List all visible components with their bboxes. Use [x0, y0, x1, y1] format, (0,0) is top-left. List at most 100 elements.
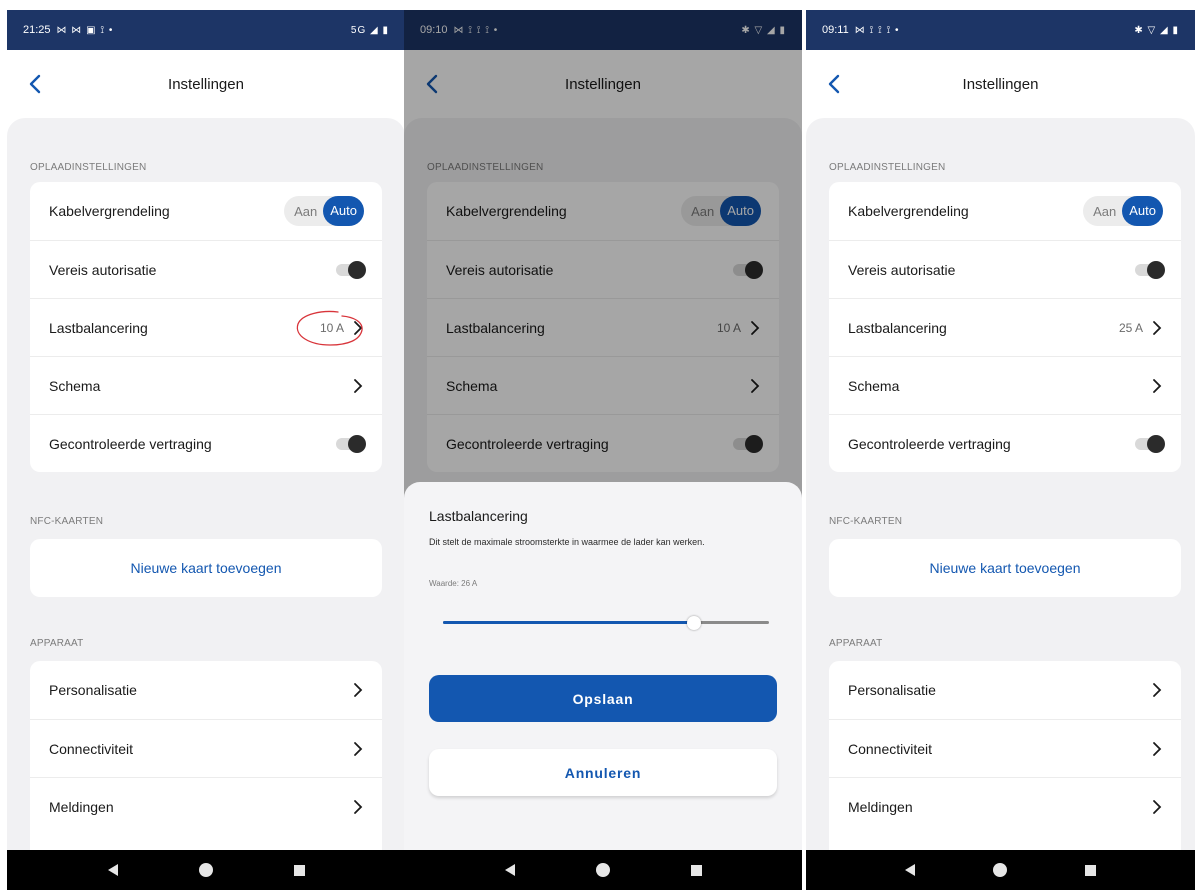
sheet-description: Dit stelt de maximale stroomsterkte in w… — [429, 537, 705, 547]
nav-recents-icon[interactable] — [293, 864, 305, 876]
nfc-card: Nieuwe kaart toevoegen — [829, 539, 1181, 597]
nav-recents-icon[interactable] — [690, 864, 702, 876]
signal-battery-icons: ✱ ▽ ◢ ▮ — [1134, 24, 1179, 36]
nav-back-icon[interactable] — [107, 864, 118, 876]
row-personalization[interactable]: Personalisatie — [30, 661, 382, 719]
cable-lock-segmented-control[interactable]: Aan Auto — [1083, 196, 1163, 226]
nav-home-icon[interactable] — [198, 863, 213, 877]
phone-screen-2: 09:10 ⋈ ⟟ ⟟ ⟟ • ✱ ▽ ◢ ▮ Instellingen OPL… — [404, 10, 802, 890]
row-load-balancing[interactable]: Lastbalancering 25 A — [829, 298, 1181, 356]
system-nav-bar — [404, 850, 802, 890]
page-title: Instellingen — [962, 75, 1039, 93]
nav-recents-icon[interactable] — [1085, 864, 1096, 876]
chevron-right-icon — [1153, 741, 1162, 756]
status-bar: 21:25 ⋈ ⋈ ▣ ⟟ • 5G ◢ ▮ — [7, 10, 405, 50]
settings-content: OPLAADINSTELLINGEN Kabelvergrendeling Aa… — [806, 118, 1195, 861]
authorization-toggle[interactable] — [336, 260, 366, 279]
chevron-left-icon[interactable] — [824, 72, 846, 96]
row-schedule[interactable]: Schema — [30, 356, 382, 414]
slider-fill — [443, 621, 695, 624]
charging-settings-card: Kabelvergrendeling Aan Auto Vereis autor… — [30, 182, 382, 472]
schedule-label: Schema — [49, 377, 101, 394]
section-header-charging: OPLAADINSTELLINGEN — [829, 162, 946, 173]
row-authorization: Vereis autorisatie — [30, 240, 382, 298]
row-personalization[interactable]: Personalisatie — [829, 661, 1181, 719]
device-card: Personalisatie Connectiviteit Meldingen — [829, 661, 1181, 861]
row-connectivity[interactable]: Connectiviteit — [829, 719, 1181, 777]
cable-lock-option-aan[interactable]: Aan — [294, 204, 317, 219]
section-header-nfc: NFC-KAARTEN — [829, 516, 903, 527]
app-bar: Instellingen — [806, 50, 1195, 118]
device-card: Personalisatie Connectiviteit Meldingen — [30, 661, 382, 861]
save-button[interactable]: Opslaan — [429, 675, 777, 722]
slider-thumb[interactable] — [687, 616, 702, 630]
row-controlled-delay: Gecontroleerde vertraging — [829, 414, 1181, 472]
system-nav-bar — [806, 850, 1195, 890]
row-schedule[interactable]: Schema — [829, 356, 1181, 414]
section-header-device: APPARAAT — [829, 638, 883, 649]
row-notifications[interactable]: Meldingen — [30, 777, 382, 835]
status-bar: 09:11 ⋈ ⟟ ⟟ ⟟ • ✱ ▽ ◢ ▮ — [806, 10, 1195, 50]
chevron-right-icon — [1153, 799, 1162, 814]
settings-content: OPLAADINSTELLINGEN Kabelvergrendeling Aa… — [7, 118, 405, 861]
load-balancing-label: Lastbalancering — [49, 319, 148, 336]
controlled-delay-toggle[interactable] — [1135, 434, 1165, 453]
row-load-balancing[interactable]: Lastbalancering 10 A — [30, 298, 382, 356]
section-header-nfc: NFC-KAARTEN — [30, 516, 104, 527]
connectivity-label: Connectiviteit — [49, 740, 134, 757]
authorization-label: Vereis autorisatie — [49, 261, 157, 278]
current-slider[interactable] — [443, 616, 769, 630]
row-cable-lock: Kabelvergrendeling Aan Auto — [30, 182, 382, 240]
cable-lock-option-aan[interactable]: Aan — [1093, 204, 1116, 219]
controlled-delay-toggle[interactable] — [336, 434, 366, 453]
system-nav-bar — [7, 850, 405, 890]
section-header-charging: OPLAADINSTELLINGEN — [30, 162, 147, 173]
notification-icons: ⋈ ⋈ ▣ ⟟ • — [56, 24, 114, 36]
sheet-current-value: Waarde: 26 A — [429, 579, 478, 588]
row-controlled-delay: Gecontroleerde vertraging — [30, 414, 382, 472]
toggle-knob — [348, 260, 366, 279]
authorization-label: Vereis autorisatie — [848, 261, 956, 278]
chevron-right-icon — [1153, 378, 1162, 393]
nav-home-icon[interactable] — [993, 863, 1007, 877]
chevron-right-icon — [354, 799, 363, 814]
nfc-card: Nieuwe kaart toevoegen — [30, 539, 382, 597]
app-bar: Instellingen — [7, 50, 405, 118]
authorization-toggle[interactable] — [1135, 260, 1165, 279]
cancel-button[interactable]: Annuleren — [429, 749, 777, 796]
cable-lock-label: Kabelvergrendeling — [49, 203, 170, 219]
add-nfc-card-button[interactable]: Nieuwe kaart toevoegen — [30, 539, 382, 597]
controlled-delay-label: Gecontroleerde vertraging — [49, 435, 212, 452]
row-authorization: Vereis autorisatie — [829, 240, 1181, 298]
row-cable-lock: Kabelvergrendeling Aan Auto — [829, 182, 1181, 240]
row-notifications[interactable]: Meldingen — [829, 777, 1181, 835]
cable-lock-option-auto[interactable]: Auto — [1122, 196, 1163, 226]
chevron-right-icon — [354, 378, 363, 393]
chevron-right-icon — [1153, 683, 1162, 697]
personalization-label: Personalisatie — [49, 682, 137, 698]
nav-back-icon[interactable] — [504, 864, 515, 876]
cable-lock-option-auto[interactable]: Auto — [323, 196, 364, 226]
nav-home-icon[interactable] — [595, 863, 610, 877]
nav-back-icon[interactable] — [905, 864, 915, 876]
load-balancing-label: Lastbalancering — [848, 319, 947, 336]
cable-lock-label: Kabelvergrendeling — [848, 203, 969, 219]
signal-battery-icons: 5G ◢ ▮ — [350, 24, 389, 36]
notifications-label: Meldingen — [848, 798, 913, 815]
status-time: 09:11 — [822, 24, 849, 36]
load-balancing-value: 25 A — [1118, 320, 1143, 335]
toggle-knob — [1147, 260, 1165, 279]
status-time: 21:25 — [23, 24, 51, 36]
chevron-right-icon — [354, 741, 363, 756]
load-balancing-bottom-sheet: Lastbalancering Dit stelt de maximale st… — [404, 482, 802, 850]
row-connectivity[interactable]: Connectiviteit — [30, 719, 382, 777]
phone-screen-3: 09:11 ⋈ ⟟ ⟟ ⟟ • ✱ ▽ ◢ ▮ Instellingen OPL… — [806, 10, 1195, 890]
connectivity-label: Connectiviteit — [848, 740, 933, 757]
personalization-label: Personalisatie — [848, 682, 936, 698]
chevron-left-icon[interactable] — [25, 72, 47, 96]
cable-lock-segmented-control[interactable]: Aan Auto — [284, 196, 364, 226]
chevron-right-icon — [354, 320, 363, 335]
toggle-knob — [1147, 434, 1165, 453]
add-nfc-card-button[interactable]: Nieuwe kaart toevoegen — [829, 539, 1181, 597]
sheet-title: Lastbalancering — [429, 508, 528, 524]
